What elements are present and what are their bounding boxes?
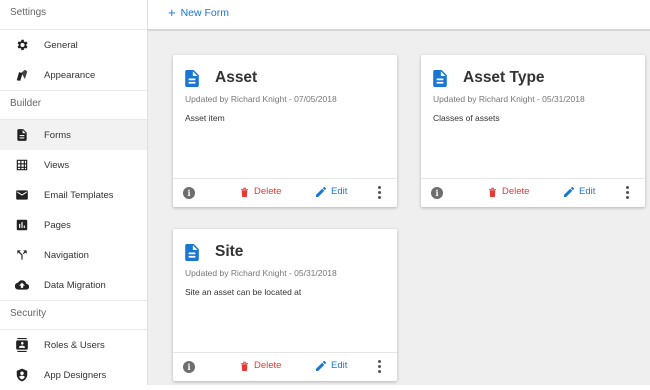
card-actions: i Delete Edit <box>173 352 397 381</box>
document-icon <box>185 243 199 261</box>
card-title[interactable]: Asset <box>215 69 257 87</box>
sidebar-item-label: Pages <box>44 219 71 231</box>
info-icon[interactable]: i <box>183 187 195 199</box>
sidebar-item-roles-users[interactable]: Roles & Users <box>0 330 147 360</box>
chart-icon <box>0 218 44 232</box>
sidebar-item-label: Appearance <box>44 69 96 81</box>
document-icon <box>433 69 447 87</box>
card-updated: Updated by Richard Knight - 05/31/2018 <box>433 94 585 104</box>
appearance-icon <box>0 68 44 82</box>
pencil-icon <box>564 186 574 197</box>
cloud-upload-icon <box>0 278 44 292</box>
card-description: Asset item <box>185 113 225 123</box>
trash-icon <box>240 187 249 197</box>
gear-icon <box>0 38 44 52</box>
contacts-icon <box>0 338 44 352</box>
edit-label: Edit <box>331 360 348 371</box>
document-icon <box>0 128 44 142</box>
sidebar-item-label: Data Migration <box>44 279 106 291</box>
sidebar-item-email-templates[interactable]: Email Templates <box>0 180 147 210</box>
delete-label: Delete <box>254 360 282 371</box>
delete-button[interactable]: Delete <box>488 186 529 197</box>
sidebar-item-label: Email Templates <box>44 189 114 201</box>
form-card-site: Site Updated by Richard Knight - 05/31/2… <box>173 229 397 381</box>
delete-label: Delete <box>502 186 530 197</box>
mail-icon <box>0 188 44 202</box>
card-updated: Updated by Richard Knight - 05/31/2018 <box>185 268 337 278</box>
sidebar-item-forms[interactable]: Forms <box>0 120 147 150</box>
delete-button[interactable]: Delete <box>240 186 281 197</box>
card-actions: i Delete Edit <box>173 178 397 207</box>
section-title-builder: Builder <box>0 90 147 120</box>
sidebar-item-general[interactable]: General <box>0 30 147 60</box>
trash-icon <box>240 361 249 371</box>
info-icon[interactable]: i <box>431 187 443 199</box>
sidebar-item-label: Views <box>44 159 70 171</box>
sidebar-item-app-designers[interactable]: App Designers <box>0 360 147 390</box>
edit-button[interactable]: Edit <box>564 186 595 197</box>
pencil-icon <box>316 186 326 197</box>
edit-label: Edit <box>331 186 348 197</box>
sidebar-item-label: Roles & Users <box>44 339 105 351</box>
shield-icon <box>0 368 44 382</box>
form-card-asset-type: Asset Type Updated by Richard Knight - 0… <box>421 55 645 207</box>
card-updated: Updated by Richard Knight - 07/05/2018 <box>185 94 337 104</box>
info-icon[interactable]: i <box>183 361 195 373</box>
edit-button[interactable]: Edit <box>316 186 347 197</box>
sidebar-item-pages[interactable]: Pages <box>0 210 147 240</box>
sidebar-item-label: App Designers <box>44 369 107 381</box>
card-title[interactable]: Site <box>215 243 243 261</box>
sidebar-item-label: Forms <box>44 129 71 141</box>
sidebar-item-navigation[interactable]: Navigation <box>0 240 147 270</box>
trash-icon <box>488 187 497 197</box>
form-card-asset: Asset Updated by Richard Knight - 07/05/… <box>173 55 397 207</box>
section-title-settings: Settings <box>0 0 147 30</box>
more-vert-icon[interactable] <box>378 360 382 374</box>
toolbar: + New Form <box>148 0 650 31</box>
new-form-button[interactable]: + New Form <box>168 5 230 20</box>
document-icon <box>185 69 199 87</box>
sidebar-item-label: General <box>44 39 78 51</box>
grid-icon <box>0 158 44 172</box>
new-form-label: New Form <box>180 7 230 19</box>
edit-label: Edit <box>579 186 596 197</box>
card-title[interactable]: Asset Type <box>463 69 545 87</box>
sidebar-item-views[interactable]: Views <box>0 150 147 180</box>
delete-button[interactable]: Delete <box>240 360 281 371</box>
fork-icon <box>0 248 44 262</box>
pencil-icon <box>316 360 326 371</box>
sidebar-item-data-migration[interactable]: Data Migration <box>0 270 147 300</box>
section-title-security: Security <box>0 300 147 330</box>
forms-grid: Asset Updated by Richard Knight - 07/05/… <box>148 31 650 385</box>
more-vert-icon[interactable] <box>626 186 630 200</box>
plus-icon: + <box>168 5 176 20</box>
sidebar: Settings General Appearance Builder Form… <box>0 0 148 385</box>
sidebar-item-appearance[interactable]: Appearance <box>0 60 147 90</box>
card-description: Classes of assets <box>433 113 500 123</box>
card-actions: i Delete Edit <box>421 178 645 207</box>
edit-button[interactable]: Edit <box>316 360 347 371</box>
card-description: Site an asset can be located at <box>185 287 302 297</box>
sidebar-item-label: Navigation <box>44 249 89 261</box>
delete-label: Delete <box>254 186 282 197</box>
more-vert-icon[interactable] <box>378 186 382 200</box>
